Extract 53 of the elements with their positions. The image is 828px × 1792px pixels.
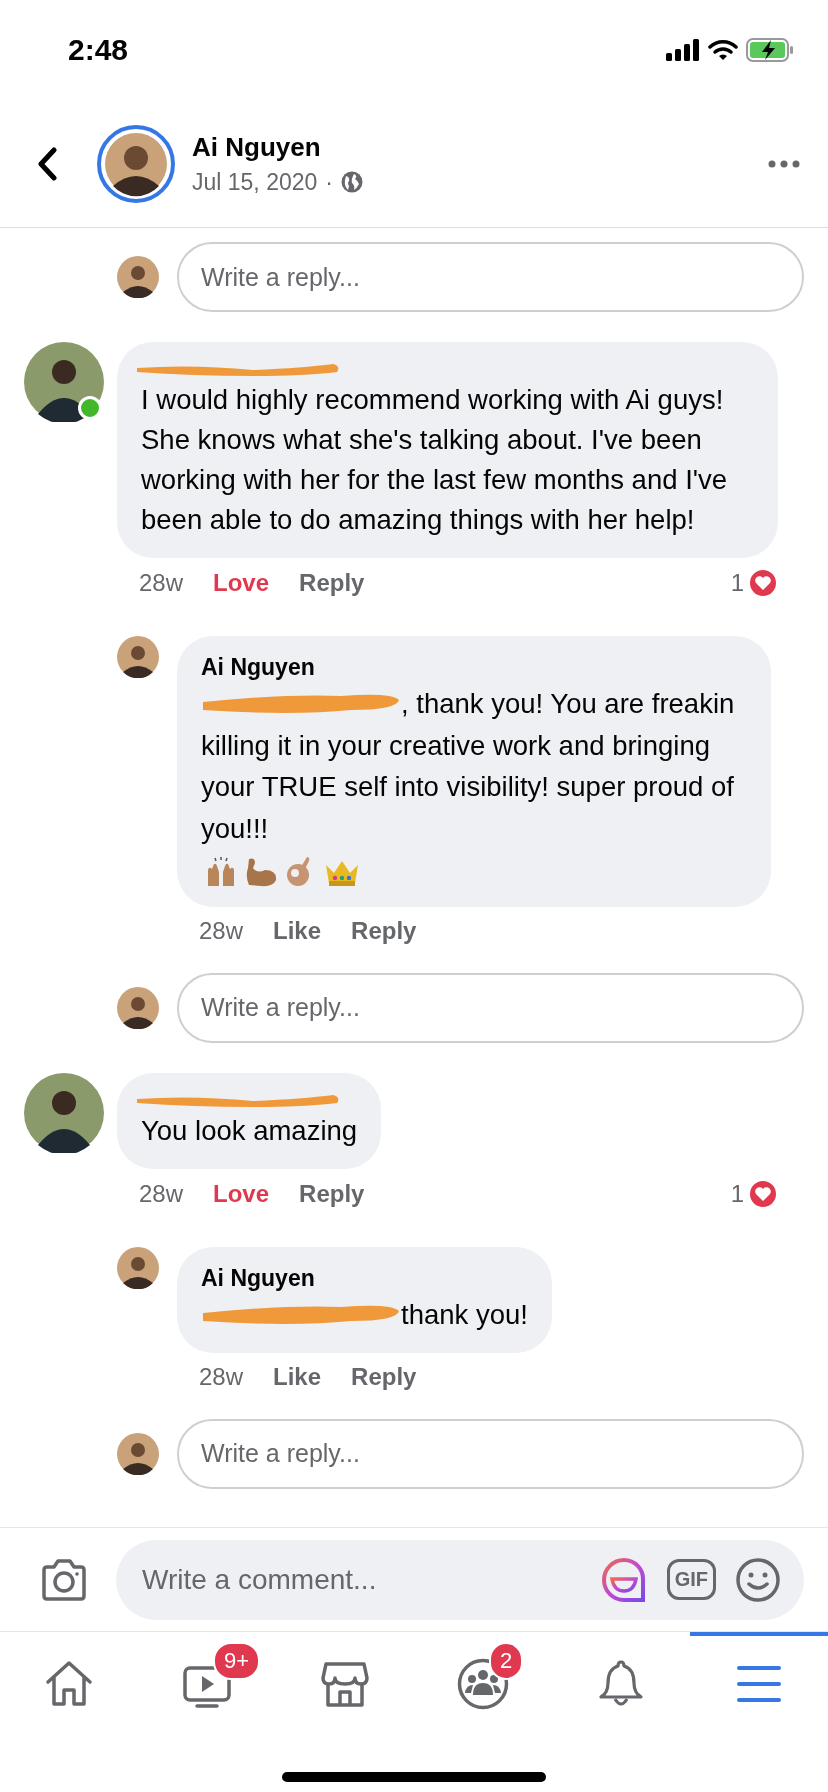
- comment-time: 28w: [199, 1362, 244, 1391]
- avatar: [117, 1432, 159, 1475]
- globe-icon: [341, 171, 363, 193]
- reply-field[interactable]: Write a reply...: [177, 242, 804, 312]
- comment-time: 28w: [199, 916, 244, 945]
- nav-tab[interactable]: 9+: [138, 1632, 276, 1732]
- avatar[interactable]: [24, 1072, 104, 1153]
- shop-icon: [320, 1660, 370, 1708]
- signal-icon: [666, 39, 700, 61]
- author-name[interactable]: Ai Nguyen: [192, 131, 768, 163]
- comment-text: , thank you! You are freakin killing it in your creative work and bringing your TRUE self into visibility! super proud of you!!!: [201, 687, 735, 844]
- menu-icon: [736, 1664, 782, 1704]
- avatar[interactable]: [96, 123, 176, 204]
- comment-text: thank you!: [401, 1298, 528, 1330]
- comment-time: 28w: [139, 569, 184, 597]
- emoji-icon[interactable]: [736, 1557, 780, 1602]
- comment-field[interactable]: Write a comment... GIF: [116, 1539, 804, 1620]
- status-time: 2:48: [68, 33, 129, 67]
- reaction-count: 1: [730, 569, 744, 597]
- separator-dot: ·: [325, 168, 333, 196]
- reaction-link[interactable]: Reply: [299, 569, 365, 597]
- reply-field[interactable]: Write a reply...: [177, 972, 804, 1043]
- wifi-icon: [708, 39, 738, 61]
- battery-icon: [746, 38, 794, 62]
- reaction-link[interactable]: Reply: [351, 916, 417, 945]
- notification-badge: 9+: [213, 1642, 261, 1680]
- reaction-link[interactable]: Love: [213, 569, 270, 597]
- comment-text: I would highly recommend working with Ai guys! She knows what she's talking about. I've been working with her for the last few months and I've been able to do amazing things with her help!: [141, 383, 729, 537]
- avatar[interactable]: [117, 1246, 159, 1289]
- post-date: Jul 15, 2020: [192, 168, 318, 196]
- commenter-name[interactable]: Ai Nguyen: [201, 1262, 528, 1293]
- comment-time: 28w: [139, 1179, 184, 1208]
- avatar: [117, 986, 159, 1029]
- reply-field[interactable]: Write a reply...: [177, 1418, 804, 1489]
- sticker-icon[interactable]: [600, 1556, 647, 1603]
- reaction-link[interactable]: Reply: [299, 1179, 365, 1208]
- reaction-count: 1: [730, 1179, 744, 1208]
- avatar: [117, 256, 159, 298]
- avatar[interactable]: [117, 636, 159, 678]
- camera-icon[interactable]: [40, 1557, 88, 1602]
- notification-badge: 2: [489, 1642, 524, 1680]
- reaction-link[interactable]: Love: [213, 1179, 270, 1208]
- home-icon: [44, 1660, 94, 1708]
- gif-button[interactable]: GIF: [666, 1559, 716, 1600]
- avatar[interactable]: [24, 342, 104, 422]
- back-icon[interactable]: [36, 146, 58, 181]
- more-icon[interactable]: [768, 159, 800, 168]
- commenter-name[interactable]: Ai Nguyen: [201, 652, 747, 682]
- comment-text: You look amazing: [141, 1113, 358, 1148]
- reaction-link[interactable]: Like: [273, 1362, 322, 1391]
- reaction-link[interactable]: Like: [273, 916, 322, 945]
- nav-tab[interactable]: 2: [414, 1632, 552, 1732]
- reaction-link[interactable]: Reply: [351, 1362, 417, 1391]
